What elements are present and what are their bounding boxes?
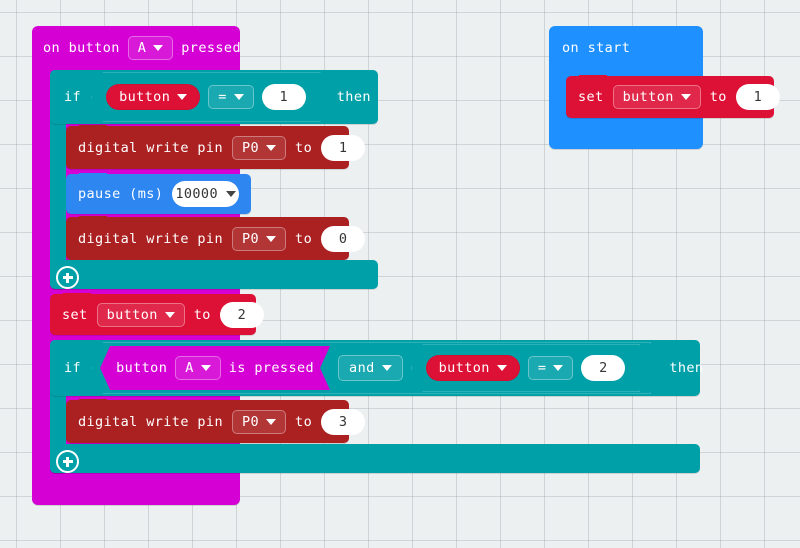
button-select-value: A: [185, 360, 194, 376]
on-button-suffix-label: pressed: [181, 40, 241, 56]
pin-select-value: P0: [241, 139, 260, 156]
chevron-down-icon: [680, 94, 691, 100]
chevron-down-icon: [153, 45, 164, 51]
variable-reporter-button[interactable]: button: [106, 84, 200, 110]
variable-name-label: button: [119, 89, 171, 105]
digital-write-value-field[interactable]: 3: [321, 408, 366, 435]
set-variable-value-field[interactable]: 1: [735, 84, 780, 110]
button-select-dropdown[interactable]: A: [175, 356, 221, 380]
pin-select-value: P0: [241, 413, 260, 430]
comparison-right-number-field[interactable]: 2: [581, 355, 625, 381]
button-select-value: A: [137, 40, 147, 56]
logic-and-operator-dropdown[interactable]: and: [338, 355, 403, 381]
block-notch: [79, 399, 107, 406]
comparison-right-number-field[interactable]: 1: [262, 84, 306, 110]
variable-name-label: button: [438, 360, 490, 376]
button-select-dropdown[interactable]: A: [127, 36, 174, 60]
digital-write-label: digital write pin: [78, 413, 223, 430]
pause-block[interactable]: pause (ms) 10000: [66, 173, 251, 214]
to-label: to: [193, 306, 211, 323]
pin-select-dropdown[interactable]: P0: [231, 226, 287, 251]
chevron-down-icon: [266, 418, 277, 425]
logic-and-operator-value: and: [349, 360, 375, 376]
if-1-condition-comparison[interactable]: button = 1: [91, 72, 321, 122]
digital-write-block-3[interactable]: digital write pin P0 to 3: [66, 399, 366, 443]
pin-select-dropdown[interactable]: P0: [231, 409, 287, 434]
chevron-down-icon: [497, 365, 507, 371]
on-start-header[interactable]: on start: [549, 26, 703, 70]
button-is-pressed-prefix-label: button: [116, 360, 168, 376]
blocks-workspace[interactable]: on button A pressed if button = 1 then d…: [0, 0, 800, 548]
pause-duration-field[interactable]: 10000: [172, 181, 239, 207]
chevron-down-icon: [234, 94, 244, 100]
chevron-down-icon: [201, 365, 211, 371]
comparison-operator-dropdown[interactable]: =: [208, 85, 254, 109]
chevron-down-icon: [225, 191, 236, 197]
digital-write-label: digital write pin: [78, 139, 223, 156]
pin-select-dropdown[interactable]: P0: [231, 135, 287, 160]
comparison-operator-dropdown[interactable]: =: [528, 356, 574, 380]
variable-select-value: button: [622, 89, 674, 105]
set-variable-block-2[interactable]: set button to 2: [50, 293, 264, 335]
block-notch: [79, 173, 107, 180]
to-label: to: [295, 230, 313, 247]
on-button-prefix-label: on button: [43, 40, 120, 56]
then-label: then: [336, 89, 371, 105]
if-block-2-footer[interactable]: [50, 444, 700, 473]
digital-write-block-1[interactable]: digital write pin P0 to 1: [66, 125, 366, 169]
chevron-down-icon: [266, 144, 277, 151]
chevron-down-icon: [266, 235, 277, 242]
to-label: to: [295, 139, 313, 156]
if-block-1-footer[interactable]: [50, 260, 378, 289]
digital-write-block-2[interactable]: digital write pin P0 to 0: [66, 216, 366, 260]
comparison-operator-value: =: [537, 360, 547, 376]
chevron-down-icon: [177, 94, 187, 100]
chevron-down-icon: [164, 311, 175, 318]
if-label: if: [64, 89, 82, 105]
set-label: set: [62, 306, 88, 323]
comparison-operator-value: =: [218, 89, 227, 105]
to-label: to: [295, 413, 313, 430]
block-notch: [79, 216, 107, 223]
button-is-pressed-reporter[interactable]: button A is pressed: [100, 346, 330, 390]
digital-write-value-field[interactable]: 1: [321, 134, 366, 161]
if-2-right-comparison[interactable]: button = 2: [411, 344, 641, 392]
to-label: to: [709, 89, 727, 105]
variable-reporter-button[interactable]: button: [426, 355, 520, 381]
then-label: then: [669, 360, 704, 376]
chevron-down-icon: [382, 365, 392, 371]
if-label: if: [64, 360, 82, 376]
set-variable-value-field[interactable]: 2: [219, 301, 264, 328]
on-button-pressed-header[interactable]: on button A pressed: [32, 26, 241, 70]
variable-select-dropdown[interactable]: button: [96, 302, 185, 327]
chevron-down-icon: [553, 365, 563, 371]
if-block-1-header[interactable]: if button = 1 then: [50, 70, 378, 124]
variable-select-value: button: [106, 306, 158, 323]
pause-label: pause (ms): [78, 186, 164, 202]
if-2-condition-and[interactable]: button A is pressed and button = 2: [91, 342, 651, 394]
digital-write-label: digital write pin: [78, 230, 223, 247]
digital-write-value-field[interactable]: 0: [321, 225, 366, 252]
if-block-1-expand-plus-icon[interactable]: [56, 266, 79, 289]
block-notch: [79, 125, 107, 132]
on-start-label: on start: [562, 40, 631, 56]
block-notch: [579, 75, 607, 82]
set-label: set: [578, 89, 604, 105]
button-is-pressed-suffix-label: is pressed: [228, 360, 315, 376]
set-variable-block-1[interactable]: set button to 1: [566, 75, 780, 118]
pin-select-value: P0: [241, 230, 260, 247]
if-block-2-header[interactable]: if button A is pressed and button = 2 th…: [50, 340, 704, 396]
pause-duration-value: 10000: [175, 186, 218, 202]
if-block-2-expand-plus-icon[interactable]: [56, 450, 79, 473]
block-notch: [63, 293, 91, 300]
variable-select-dropdown[interactable]: button: [612, 85, 701, 109]
